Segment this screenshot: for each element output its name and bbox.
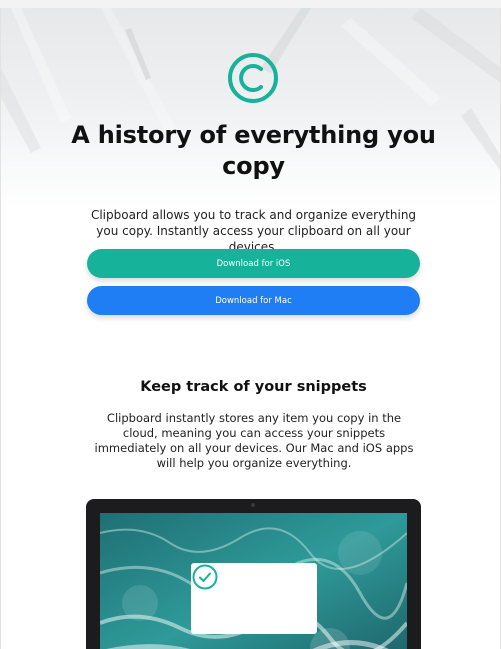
- page-frame: A history of everything you copy Clipboa…: [0, 8, 501, 649]
- copyright-icon: [227, 52, 279, 104]
- section-description: Clipboard instantly stores any item you …: [94, 411, 414, 470]
- device-screen: [100, 513, 407, 649]
- device-preview: [86, 499, 421, 649]
- camera-dot: [251, 503, 255, 507]
- section-title: Keep track of your snippets: [140, 379, 367, 395]
- download-mac-button[interactable]: Download for Mac: [87, 286, 420, 315]
- hero-title: A history of everything you copy: [71, 121, 436, 180]
- hero-description: Clipboard allows you to track and organi…: [90, 208, 417, 254]
- download-ios-button[interactable]: Download for iOS: [87, 249, 420, 278]
- confirmation-card: [191, 563, 317, 634]
